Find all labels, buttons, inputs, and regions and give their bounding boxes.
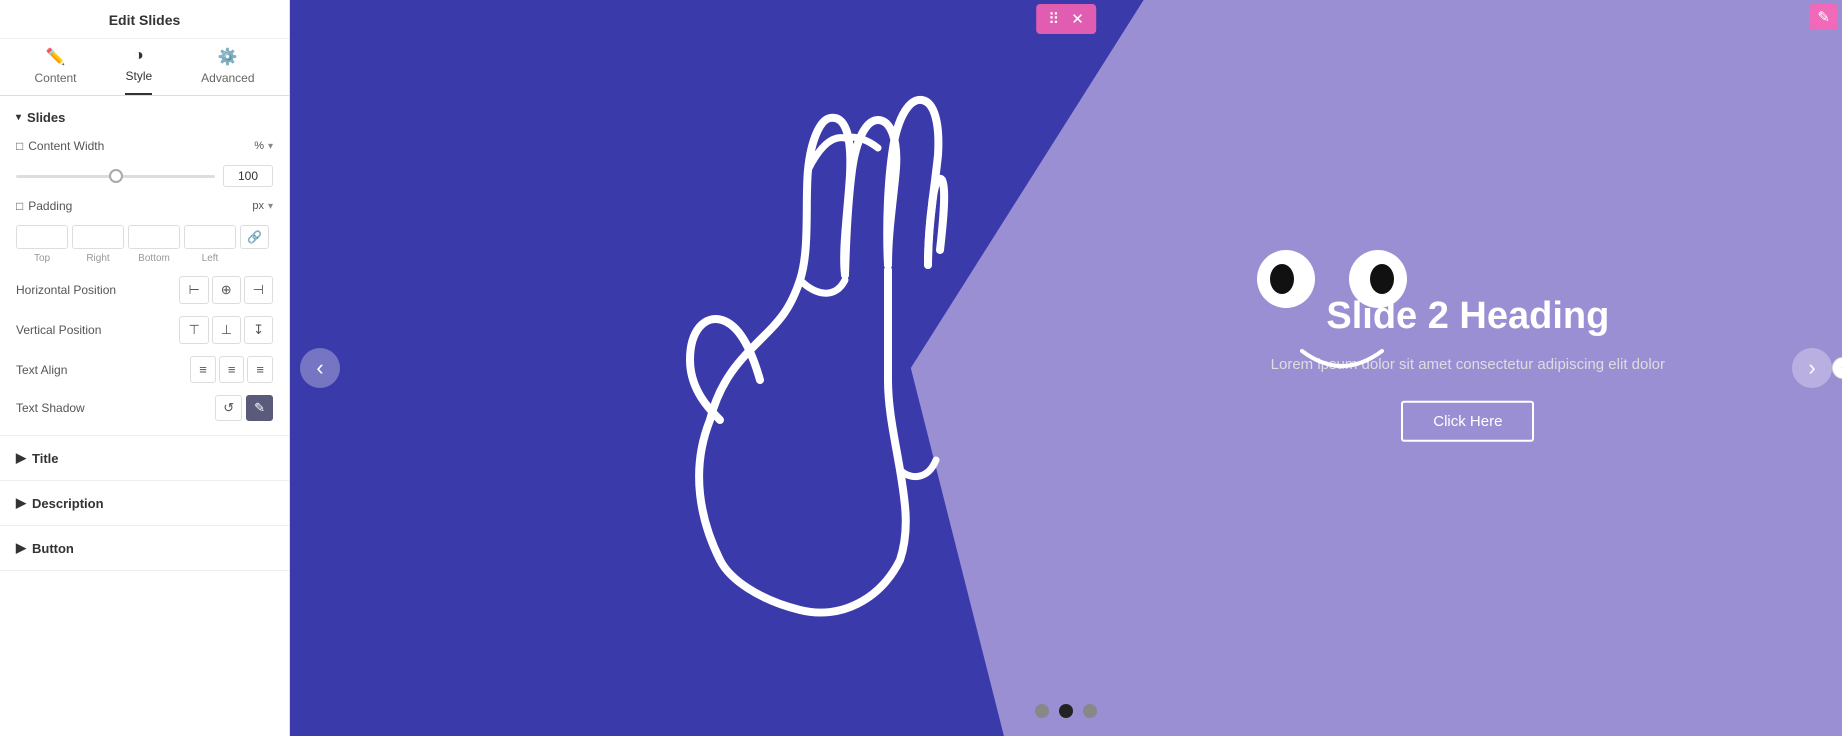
content-width-slider[interactable] [16, 175, 215, 178]
text-shadow-edit-button[interactable]: ✎ [246, 395, 273, 421]
tab-style[interactable]: ◑ Style [125, 47, 152, 95]
padding-right-input[interactable] [72, 225, 124, 249]
padding-labels: Top Right Bottom Left [16, 253, 273, 264]
horiz-left-button[interactable]: ⊢ [179, 276, 208, 304]
slides-section-header[interactable]: ▾ Slides [16, 110, 273, 125]
vertical-position-label: Vertical Position [16, 323, 101, 337]
padding-inputs: 🔗 [16, 225, 273, 249]
content-icon: ✏️ [46, 47, 66, 67]
left-panel: Edit Slides ✏️ Content ◑ Style ⚙️ Advanc… [0, 0, 290, 736]
hand-illustration [660, 20, 1080, 640]
slide-toolbar: ⠿ ✕ [1036, 4, 1096, 34]
text-shadow-label: Text Shadow [16, 401, 85, 415]
next-slide-button[interactable]: › [1792, 348, 1832, 388]
padding-bottom-input[interactable] [128, 225, 180, 249]
vert-bottom-button[interactable]: ↧ [244, 316, 273, 344]
advanced-icon: ⚙️ [218, 47, 238, 67]
padding-unit-control: px ▾ [252, 200, 273, 212]
title-section-label: Title [32, 451, 59, 466]
tab-style-label: Style [125, 69, 152, 83]
tab-content-label: Content [34, 71, 76, 85]
button-section-label: Button [32, 541, 74, 556]
vert-top-button[interactable]: ⊤ [179, 316, 208, 344]
horiz-right-button[interactable]: ⊣ [244, 276, 273, 304]
content-width-control: % ▾ [254, 140, 273, 152]
button-section-header[interactable]: ▶ Button [16, 540, 273, 556]
text-align-row: Text Align ≡ ≡ ≡ [16, 356, 273, 383]
dot-1[interactable] [1059, 704, 1073, 718]
dot-0[interactable] [1035, 704, 1049, 718]
description-section-header[interactable]: ▶ Description [16, 495, 273, 511]
text-align-label: Text Align [16, 363, 67, 377]
horiz-center-button[interactable]: ⊕ [212, 276, 241, 304]
horizontal-position-row: Horizontal Position ⊢ ⊕ ⊣ [16, 276, 273, 304]
slides-section-label: Slides [27, 110, 65, 125]
toolbar-close-button[interactable]: ✕ [1067, 8, 1088, 30]
dot-2[interactable] [1083, 704, 1097, 718]
padding-unit-dropdown-icon[interactable]: ▾ [268, 201, 273, 212]
prev-slide-button[interactable]: ‹ [300, 348, 340, 388]
text-shadow-reset-button[interactable]: ↺ [215, 395, 242, 421]
left-eye [1257, 250, 1315, 308]
tab-content[interactable]: ✏️ Content [34, 47, 76, 95]
slider-area: Slide 2 Heading Lorem ipsum dolor sit am… [290, 0, 1842, 736]
right-content: ‹ [290, 0, 1842, 736]
slide-canvas: Slide 2 Heading Lorem ipsum dolor sit am… [290, 0, 1842, 736]
panel-title: Edit Slides [0, 0, 289, 39]
padding-bottom-label: Bottom [128, 253, 180, 264]
title-section-header[interactable]: ▶ Title [16, 450, 273, 466]
title-arrow-icon: ▶ [16, 450, 26, 466]
unit-dropdown-icon[interactable]: ▾ [268, 141, 273, 152]
padding-row: □ Padding px ▾ [16, 199, 273, 213]
padding-icon: □ [16, 199, 23, 213]
padding-right-label: Right [72, 253, 124, 264]
description-section-label: Description [32, 496, 104, 511]
content-width-label: □ Content Width [16, 139, 104, 153]
edit-corner-button[interactable]: ✎ [1809, 4, 1838, 30]
padding-label: □ Padding [16, 199, 72, 213]
padding-unit: px [252, 200, 264, 212]
tab-advanced-label: Advanced [201, 71, 254, 85]
right-eye [1349, 250, 1407, 308]
horizontal-position-buttons: ⊢ ⊕ ⊣ [179, 276, 273, 304]
toolbar-move-button[interactable]: ⠿ [1044, 8, 1063, 30]
text-align-center-button[interactable]: ≡ [219, 356, 245, 383]
description-section: ▶ Description [0, 481, 289, 526]
text-align-left-button[interactable]: ≡ [190, 356, 216, 383]
slide-dots [1035, 704, 1097, 718]
slides-arrow-icon: ▾ [16, 112, 21, 123]
content-width-row: □ Content Width % ▾ [16, 139, 273, 153]
content-width-slider-row: 100 [16, 165, 273, 187]
text-align-right-button[interactable]: ≡ [247, 356, 273, 383]
slides-section: ▾ Slides □ Content Width % ▾ 100 □ Paddi… [0, 96, 289, 436]
tabs: ✏️ Content ◑ Style ⚙️ Advanced [0, 39, 289, 96]
title-section: ▶ Title [0, 436, 289, 481]
content-width-icon: □ [16, 139, 23, 153]
vertical-position-buttons: ⊤ ⊥ ↧ [179, 316, 273, 344]
padding-link-button[interactable]: 🔗 [240, 225, 269, 249]
horizontal-position-label: Horizontal Position [16, 283, 116, 297]
text-align-buttons: ≡ ≡ ≡ [190, 356, 273, 383]
smile-decoration [1292, 346, 1392, 391]
button-section: ▶ Button [0, 526, 289, 571]
content-width-unit: % [254, 140, 264, 152]
padding-left-label: Left [184, 253, 236, 264]
vertical-position-row: Vertical Position ⊤ ⊥ ↧ [16, 316, 273, 344]
eyes-decoration [1257, 250, 1407, 308]
padding-left-input[interactable] [184, 225, 236, 249]
description-arrow-icon: ▶ [16, 495, 26, 511]
button-arrow-icon: ▶ [16, 540, 26, 556]
text-shadow-actions: ↺ ✎ [215, 395, 273, 421]
text-shadow-row: Text Shadow ↺ ✎ [16, 395, 273, 421]
slide-cta-button[interactable]: Click Here [1401, 400, 1534, 441]
tab-advanced[interactable]: ⚙️ Advanced [201, 47, 254, 95]
padding-top-input[interactable] [16, 225, 68, 249]
content-width-input[interactable]: 100 [223, 165, 273, 187]
eye-spacer [1321, 250, 1343, 308]
left-pupil [1270, 264, 1294, 294]
style-icon: ◑ [134, 47, 144, 65]
vert-middle-button[interactable]: ⊥ [212, 316, 241, 344]
right-pupil [1370, 264, 1394, 294]
padding-top-label: Top [16, 253, 68, 264]
